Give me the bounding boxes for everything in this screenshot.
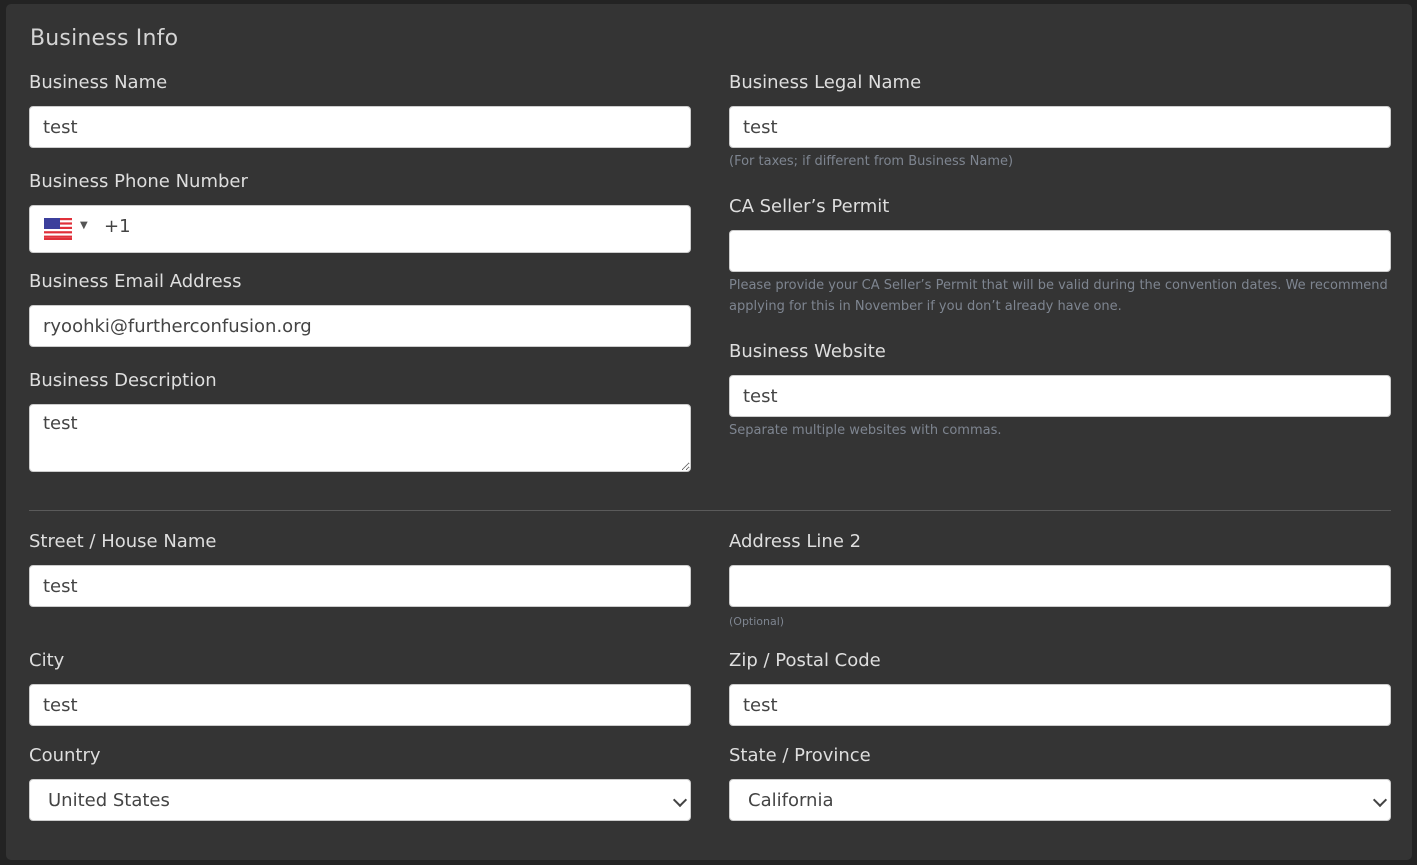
- section-title: Business Info: [30, 26, 179, 51]
- business-name-input[interactable]: [29, 106, 691, 148]
- country-dropdown-caret-icon[interactable]: ▼: [80, 220, 88, 231]
- state-label: State / Province: [729, 745, 871, 766]
- business-legal-name-help: (For taxes; if different from Business N…: [729, 154, 1014, 169]
- zip-input[interactable]: [729, 684, 1391, 726]
- business-info-card: Business Info Business Name Business Pho…: [6, 4, 1412, 860]
- zip-label: Zip / Postal Code: [729, 650, 881, 671]
- business-website-input[interactable]: [729, 375, 1391, 417]
- business-website-help: Separate multiple websites with commas.: [729, 423, 1002, 438]
- section-divider: [29, 510, 1391, 511]
- business-description-label: Business Description: [29, 370, 217, 391]
- business-email-input[interactable]: [29, 305, 691, 347]
- business-phone-input[interactable]: [130, 212, 684, 246]
- ca-sellers-permit-input[interactable]: [729, 230, 1391, 272]
- ca-sellers-permit-label: CA Seller’s Permit: [729, 196, 890, 217]
- business-legal-name-input[interactable]: [729, 106, 1391, 148]
- street-label: Street / House Name: [29, 531, 217, 552]
- state-select[interactable]: California: [729, 779, 1391, 821]
- country-select[interactable]: United States: [29, 779, 691, 821]
- business-phone-field: ▼ +1: [29, 205, 691, 253]
- us-flag-icon[interactable]: [44, 218, 72, 240]
- ca-sellers-permit-help: Please provide your CA Seller’s Permit t…: [729, 278, 1388, 314]
- business-legal-name-label: Business Legal Name: [729, 72, 922, 93]
- business-description-textarea[interactable]: test: [29, 404, 691, 472]
- city-input[interactable]: [29, 684, 691, 726]
- street-input[interactable]: [29, 565, 691, 607]
- address-line2-help: (Optional): [729, 615, 785, 628]
- business-phone-label: Business Phone Number: [29, 171, 248, 192]
- business-website-label: Business Website: [729, 341, 886, 362]
- address-line2-label: Address Line 2: [729, 531, 862, 552]
- city-label: City: [29, 650, 65, 671]
- address-line2-input[interactable]: [729, 565, 1391, 607]
- business-name-label: Business Name: [29, 72, 168, 93]
- dial-code: +1: [104, 216, 131, 237]
- business-email-label: Business Email Address: [29, 271, 242, 292]
- country-label: Country: [29, 745, 101, 766]
